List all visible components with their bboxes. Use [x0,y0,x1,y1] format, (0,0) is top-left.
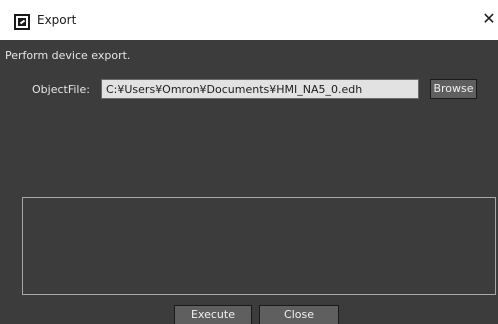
object-file-label: ObjectFile: [32,83,90,96]
export-log-area[interactable] [22,197,496,295]
window-title: Export [37,13,77,27]
export-app-icon [14,14,30,30]
dialog-body: Perform device export. ObjectFile: Brows… [0,40,498,324]
execute-button[interactable]: Execute [174,305,252,324]
browse-button[interactable]: Browse [430,79,477,99]
close-icon[interactable]: ✕ [480,9,498,29]
instruction-text: Perform device export. [5,49,131,62]
export-dialog-window: Export ✕ Perform device export. ObjectFi… [0,0,498,324]
object-file-input[interactable] [101,79,419,99]
title-bar[interactable]: Export ✕ [0,0,498,40]
close-button[interactable]: Close [259,305,339,324]
